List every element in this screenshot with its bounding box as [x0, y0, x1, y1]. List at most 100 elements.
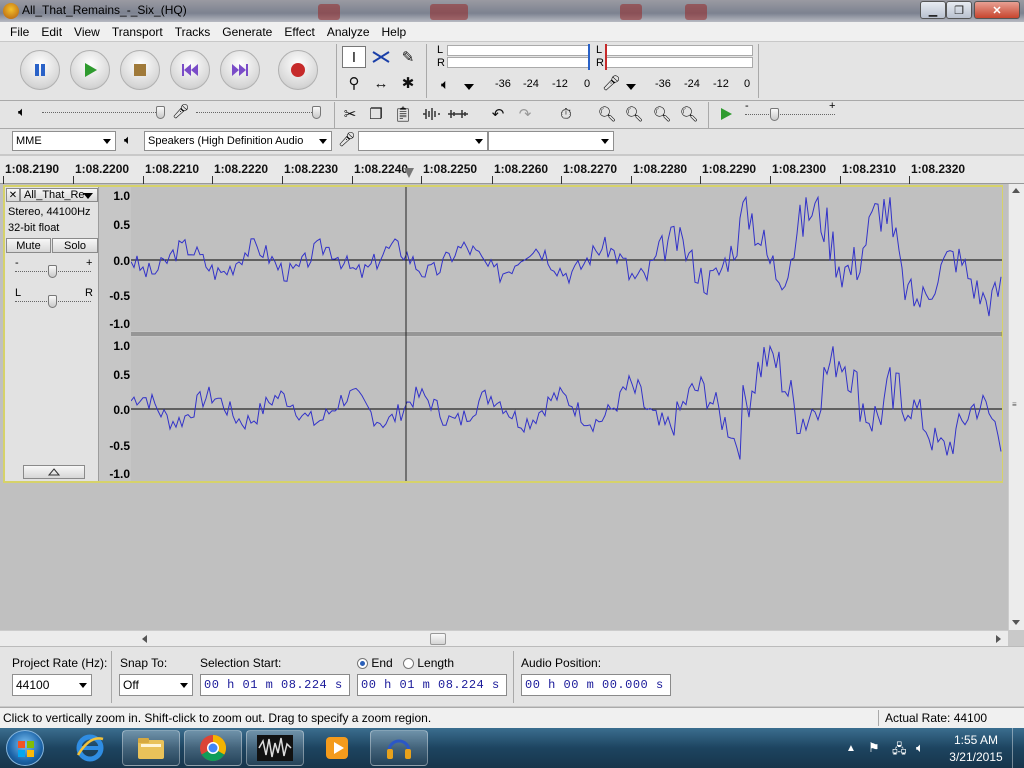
record-button[interactable] [278, 50, 318, 90]
taskbar-media-player[interactable] [308, 730, 366, 766]
menu-file[interactable]: File [4, 25, 35, 39]
output-device-select[interactable]: Speakers (High Definition Audio [144, 131, 332, 151]
play-at-speed-icon [721, 108, 732, 120]
speaker-icon[interactable]: 🔈︎ [441, 76, 449, 93]
solo-button[interactable]: Solo [52, 238, 98, 253]
zoom-tool[interactable]: ⚲ [342, 72, 366, 94]
timeline-ruler[interactable]: 1:08.2190 1:08.2200 1:08.2210 1:08.2220 1:08… [0, 156, 1024, 184]
double-arrow-icon: ↔ [373, 74, 389, 92]
taskbar-chrome[interactable] [184, 730, 242, 766]
selection-tool[interactable]: I [342, 46, 366, 68]
menu-effect[interactable]: Effect [278, 25, 320, 39]
scroll-grip-icon[interactable]: ≡ [1012, 400, 1021, 410]
audio-position-timecode[interactable]: 00 h 00 m 00.000 s [521, 674, 671, 696]
scroll-down-arrow[interactable] [1012, 620, 1020, 625]
redo-button[interactable]: ↷ [513, 103, 537, 125]
horizontal-scrollbar[interactable] [0, 630, 1008, 646]
menu-transport[interactable]: Transport [106, 25, 169, 39]
maximize-button[interactable]: ❐ [946, 1, 972, 19]
scroll-thumb[interactable] [430, 633, 446, 645]
close-button[interactable]: ✕ [974, 1, 1020, 19]
actual-rate: Actual Rate: 44100 [885, 711, 988, 725]
fit-project-button[interactable]: 🔍︎ [677, 103, 701, 125]
output-volume-slider[interactable] [42, 112, 162, 113]
record-meter-left[interactable] [605, 45, 753, 56]
silence-button[interactable] [446, 103, 470, 125]
channel-left-bg [131, 187, 1002, 331]
play-meter-right[interactable] [447, 57, 590, 68]
cut-button[interactable]: ✂ [338, 103, 362, 125]
multi-tool[interactable]: ✱ [396, 72, 420, 94]
skip-to-end-button[interactable] [220, 50, 260, 90]
trim-button[interactable] [419, 103, 443, 125]
length-radio[interactable]: Length [403, 656, 454, 670]
pause-button[interactable] [20, 50, 60, 90]
end-radio[interactable]: End [357, 656, 393, 670]
track-close-button[interactable]: ✕ [6, 188, 20, 202]
input-volume-slider[interactable] [196, 112, 318, 113]
minimize-button[interactable]: ▁ [920, 1, 946, 19]
pan-slider-thumb[interactable] [48, 295, 57, 308]
record-meter-right[interactable] [605, 57, 753, 68]
taskbar-file-explorer[interactable] [122, 730, 180, 766]
vertical-scrollbar[interactable]: ≡ [1008, 184, 1024, 630]
clock-date[interactable]: 3/21/2015 [944, 750, 1008, 764]
gain-slider-thumb[interactable] [48, 265, 57, 278]
menu-help[interactable]: Help [376, 25, 413, 39]
mute-button[interactable]: Mute [6, 238, 51, 253]
project-rate-select[interactable]: 44100 [12, 674, 92, 696]
input-channels-select[interactable] [488, 131, 614, 151]
menu-analyze[interactable]: Analyze [321, 25, 376, 39]
selection-start-timecode[interactable]: 00 h 01 m 08.224 s [200, 674, 350, 696]
track-menu-button[interactable]: All_That_Re [20, 188, 98, 202]
zoom-in-button[interactable]: 🔍︎ [595, 103, 619, 125]
play-meter-menu-arrow[interactable] [464, 84, 474, 90]
menu-view[interactable]: View [68, 25, 106, 39]
clock-time[interactable]: 1:55 AM [948, 733, 1004, 747]
scroll-left-arrow[interactable] [142, 635, 147, 643]
snap-to-select[interactable]: Off [119, 674, 193, 696]
input-device-select[interactable] [358, 131, 488, 151]
play-button[interactable] [70, 50, 110, 90]
stop-button[interactable] [120, 50, 160, 90]
volume-icon[interactable]: 🔈︎ [916, 740, 924, 756]
ruler-tick-label: 1:08.2230 [284, 162, 339, 176]
microphone-icon[interactable]: 🎤︎ [602, 74, 621, 92]
record-meter-menu-arrow[interactable] [626, 84, 636, 90]
paste-button[interactable]: 📋︎ [391, 103, 415, 125]
network-icon[interactable]: 🖧︎ [892, 740, 907, 762]
menu-tracks[interactable]: Tracks [169, 25, 217, 39]
menu-generate[interactable]: Generate [216, 25, 278, 39]
play-at-speed-button[interactable] [714, 103, 738, 125]
time-shift-tool[interactable]: ↔ [369, 72, 393, 94]
copy-button[interactable]: ❐ [364, 103, 388, 125]
skip-to-start-button[interactable] [170, 50, 210, 90]
undo-button[interactable]: ↶ [486, 103, 510, 125]
output-volume-thumb[interactable] [156, 106, 165, 119]
show-desktop-button[interactable] [1012, 728, 1024, 768]
envelope-tool[interactable] [369, 46, 393, 68]
show-hidden-icons-arrow[interactable]: ▲ [846, 743, 856, 754]
taskbar-audacity[interactable] [370, 730, 428, 766]
audio-host-select[interactable]: MME [12, 131, 116, 151]
waveform-display[interactable] [131, 187, 1002, 481]
scroll-right-arrow[interactable] [996, 635, 1001, 643]
zoom-out-button[interactable]: 🔍︎ [622, 103, 646, 125]
play-speed-thumb[interactable] [770, 108, 779, 121]
taskbar-audio-editor[interactable] [246, 730, 304, 766]
input-volume-thumb[interactable] [312, 106, 321, 119]
start-button[interactable] [6, 730, 44, 766]
playhead-marker[interactable] [404, 168, 414, 178]
track-name: All_That_Re [24, 189, 85, 201]
taskbar-internet-explorer[interactable] [66, 730, 114, 766]
menu-edit[interactable]: Edit [35, 25, 68, 39]
selection-end-timecode[interactable]: 00 h 01 m 08.224 s [357, 674, 507, 696]
sync-lock-button[interactable]: ⏱ [554, 103, 578, 125]
collapse-track-button[interactable] [23, 465, 85, 479]
scroll-up-arrow[interactable] [1012, 188, 1020, 193]
action-center-flag-icon[interactable]: ⚑ [868, 740, 880, 756]
fit-selection-button[interactable]: 🔍︎ [650, 103, 674, 125]
play-speed-slider[interactable] [745, 114, 835, 115]
play-meter-left[interactable] [447, 45, 590, 56]
draw-tool[interactable]: ✎ [396, 46, 420, 68]
